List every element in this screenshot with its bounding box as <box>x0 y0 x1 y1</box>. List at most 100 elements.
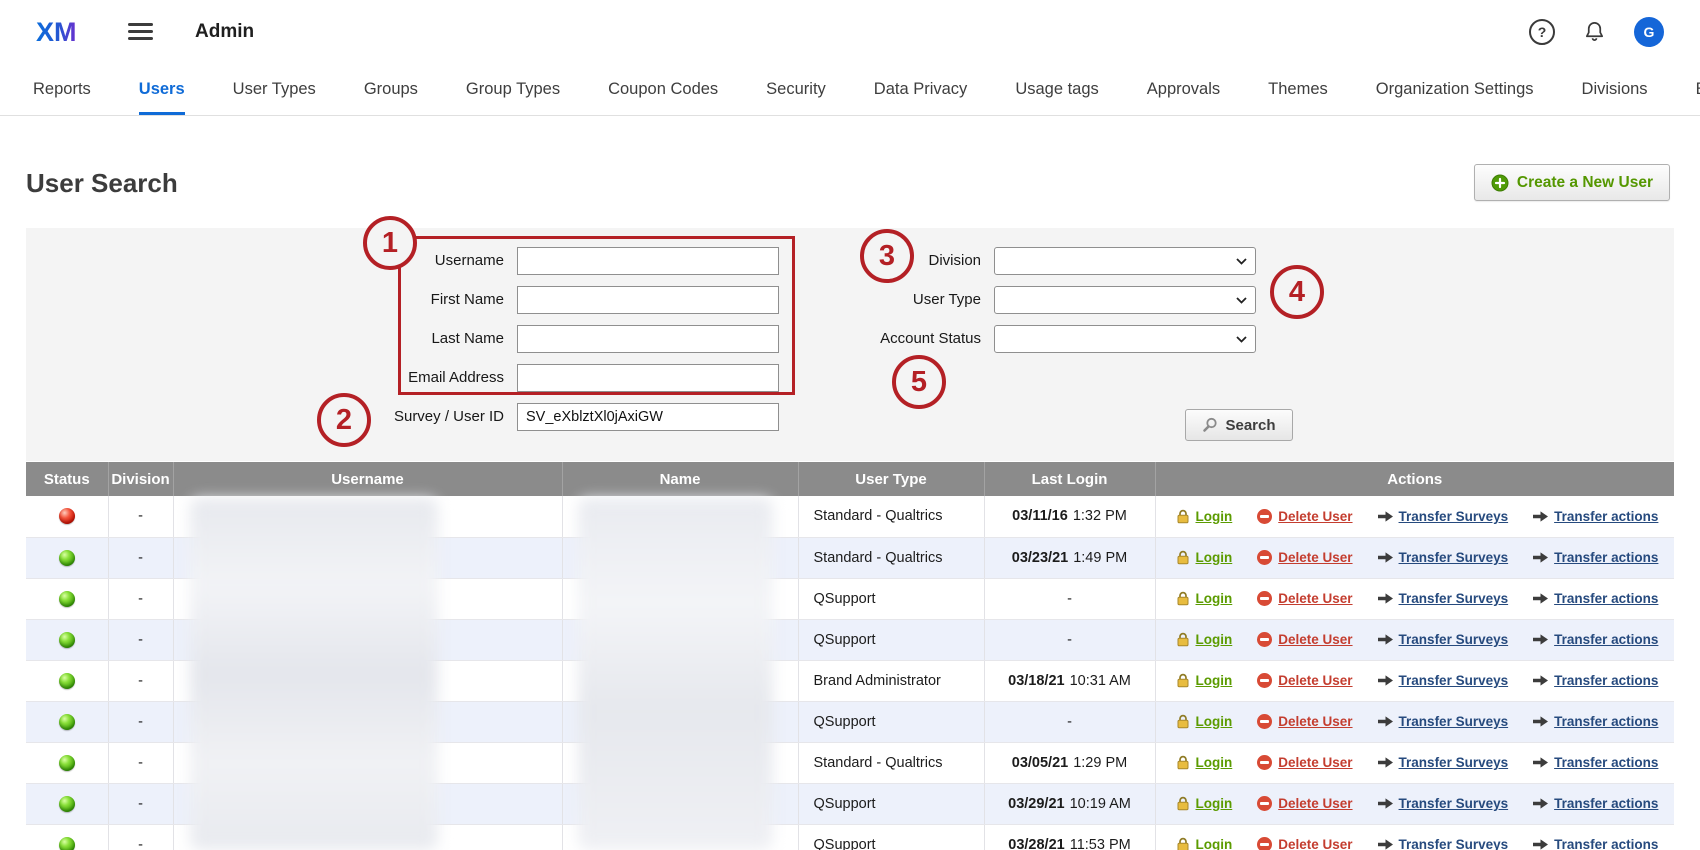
nav-tab-label: Divisions <box>1582 80 1648 99</box>
login-link[interactable]: Login <box>1176 755 1233 770</box>
status-cell <box>26 619 108 660</box>
transfer-surveys-link[interactable]: Transfer Surveys <box>1378 632 1509 647</box>
lock-icon <box>1176 550 1190 565</box>
login-link[interactable]: Login <box>1176 796 1233 811</box>
nav-tab[interactable]: Divisions <box>1582 63 1648 115</box>
nav-tab[interactable]: Approvals <box>1147 63 1220 115</box>
delete-user-link[interactable]: Delete User <box>1257 632 1352 647</box>
nav-tab[interactable]: Data Privacy <box>874 63 968 115</box>
user-type-label: User Type <box>781 286 981 314</box>
transfer-surveys-link[interactable]: Transfer Surveys <box>1378 837 1509 850</box>
nav-tab[interactable]: User Types <box>233 63 316 115</box>
delete-user-link[interactable]: Delete User <box>1257 591 1352 606</box>
last-login-cell: 03/28/2111:53 PM <box>984 824 1155 850</box>
nav-tab-label: Usage tags <box>1015 80 1098 99</box>
transfer-surveys-link[interactable]: Transfer Surveys <box>1378 673 1509 688</box>
nav-tab[interactable]: Groups <box>364 63 418 115</box>
user-type-cell: QSupport <box>798 824 984 850</box>
help-icon[interactable]: ? <box>1529 19 1555 45</box>
login-link[interactable]: Login <box>1176 714 1233 729</box>
transfer-surveys-link[interactable]: Transfer Surveys <box>1378 755 1509 770</box>
menu-icon[interactable] <box>128 23 153 40</box>
division-cell: - <box>108 783 173 824</box>
user-type-cell: QSupport <box>798 783 984 824</box>
delete-user-link[interactable]: Delete User <box>1257 550 1352 565</box>
nav-tab-label: Group Types <box>466 80 560 99</box>
delete-user-link[interactable]: Delete User <box>1257 755 1352 770</box>
division-cell: - <box>108 660 173 701</box>
lock-icon <box>1176 714 1190 729</box>
arrow-right-icon <box>1378 798 1393 809</box>
nav-tab[interactable]: Users <box>139 63 185 115</box>
transfer-actions-link[interactable]: Transfer actions <box>1533 673 1658 688</box>
create-new-user-button[interactable]: Create a New User <box>1474 164 1670 201</box>
create-new-user-label: Create a New User <box>1517 174 1653 192</box>
actions-cell: Login Delete User Transfer Surveys Trans… <box>1155 619 1674 660</box>
status-led-icon <box>59 673 75 689</box>
lock-icon <box>1176 837 1190 850</box>
transfer-actions-link[interactable]: Transfer actions <box>1533 632 1658 647</box>
login-link[interactable]: Login <box>1176 837 1233 850</box>
nav-tab[interactable]: Reports <box>33 63 91 115</box>
login-link[interactable]: Login <box>1176 550 1233 565</box>
transfer-surveys-link[interactable]: Transfer Surveys <box>1378 509 1509 524</box>
transfer-surveys-link[interactable]: Transfer Surveys <box>1378 796 1509 811</box>
column-header-user-type: User Type <box>798 462 984 496</box>
transfer-actions-link[interactable]: Transfer actions <box>1533 796 1658 811</box>
status-led-icon <box>59 632 75 648</box>
nav-tab[interactable]: Usage tags <box>1015 63 1098 115</box>
users-table: Status Division Username Name User Type … <box>26 462 1674 850</box>
transfer-actions-link[interactable]: Transfer actions <box>1533 714 1658 729</box>
xm-logo: XM <box>36 17 94 47</box>
delete-user-link[interactable]: Delete User <box>1257 673 1352 688</box>
survey-user-id-input[interactable] <box>517 403 779 431</box>
user-avatar[interactable]: G <box>1634 17 1664 47</box>
nav-tab[interactable]: Coupon Codes <box>608 63 718 115</box>
nav-tab[interactable]: Organization Settings <box>1376 63 1534 115</box>
redacted-name-column <box>578 498 773 850</box>
delete-user-link[interactable]: Delete User <box>1257 509 1352 524</box>
actions-cell: Login Delete User Transfer Surveys Trans… <box>1155 537 1674 578</box>
transfer-surveys-link[interactable]: Transfer Surveys <box>1378 591 1509 606</box>
nav-tab[interactable]: E <box>1696 63 1700 115</box>
transfer-actions-link[interactable]: Transfer actions <box>1533 550 1658 565</box>
actions-cell: Login Delete User Transfer Surveys Trans… <box>1155 742 1674 783</box>
lock-icon <box>1176 591 1190 606</box>
nav-tab[interactable]: Themes <box>1268 63 1328 115</box>
login-link[interactable]: Login <box>1176 591 1233 606</box>
column-header-actions: Actions <box>1155 462 1674 496</box>
login-link[interactable]: Login <box>1176 509 1233 524</box>
arrow-right-icon <box>1378 675 1393 686</box>
transfer-actions-link[interactable]: Transfer actions <box>1533 591 1658 606</box>
status-cell <box>26 660 108 701</box>
arrow-right-icon <box>1378 634 1393 645</box>
delete-icon <box>1257 632 1272 647</box>
account-status-select[interactable] <box>994 325 1256 353</box>
transfer-actions-link[interactable]: Transfer actions <box>1533 509 1658 524</box>
status-led-icon <box>59 591 75 607</box>
nav-tab[interactable]: Group Types <box>466 63 560 115</box>
notifications-icon[interactable] <box>1583 19 1606 44</box>
search-button[interactable]: Search <box>1185 409 1293 441</box>
delete-user-link[interactable]: Delete User <box>1257 796 1352 811</box>
delete-user-link[interactable]: Delete User <box>1257 837 1352 850</box>
division-select[interactable] <box>994 247 1256 275</box>
status-cell <box>26 783 108 824</box>
nav-tab[interactable]: Security <box>766 63 826 115</box>
transfer-surveys-link[interactable]: Transfer Surveys <box>1378 714 1509 729</box>
actions-cell: Login Delete User Transfer Surveys Trans… <box>1155 496 1674 537</box>
arrow-right-icon <box>1378 716 1393 727</box>
delete-user-link[interactable]: Delete User <box>1257 714 1352 729</box>
transfer-actions-link[interactable]: Transfer actions <box>1533 837 1658 850</box>
arrow-right-icon <box>1378 757 1393 768</box>
login-link[interactable]: Login <box>1176 632 1233 647</box>
transfer-actions-link[interactable]: Transfer actions <box>1533 755 1658 770</box>
login-link[interactable]: Login <box>1176 673 1233 688</box>
last-login-cell: 03/05/211:29 PM <box>984 742 1155 783</box>
arrow-right-icon <box>1378 593 1393 604</box>
transfer-surveys-link[interactable]: Transfer Surveys <box>1378 550 1509 565</box>
user-type-select[interactable] <box>994 286 1256 314</box>
division-cell: - <box>108 537 173 578</box>
actions-cell: Login Delete User Transfer Surveys Trans… <box>1155 701 1674 742</box>
user-type-cell: QSupport <box>798 578 984 619</box>
